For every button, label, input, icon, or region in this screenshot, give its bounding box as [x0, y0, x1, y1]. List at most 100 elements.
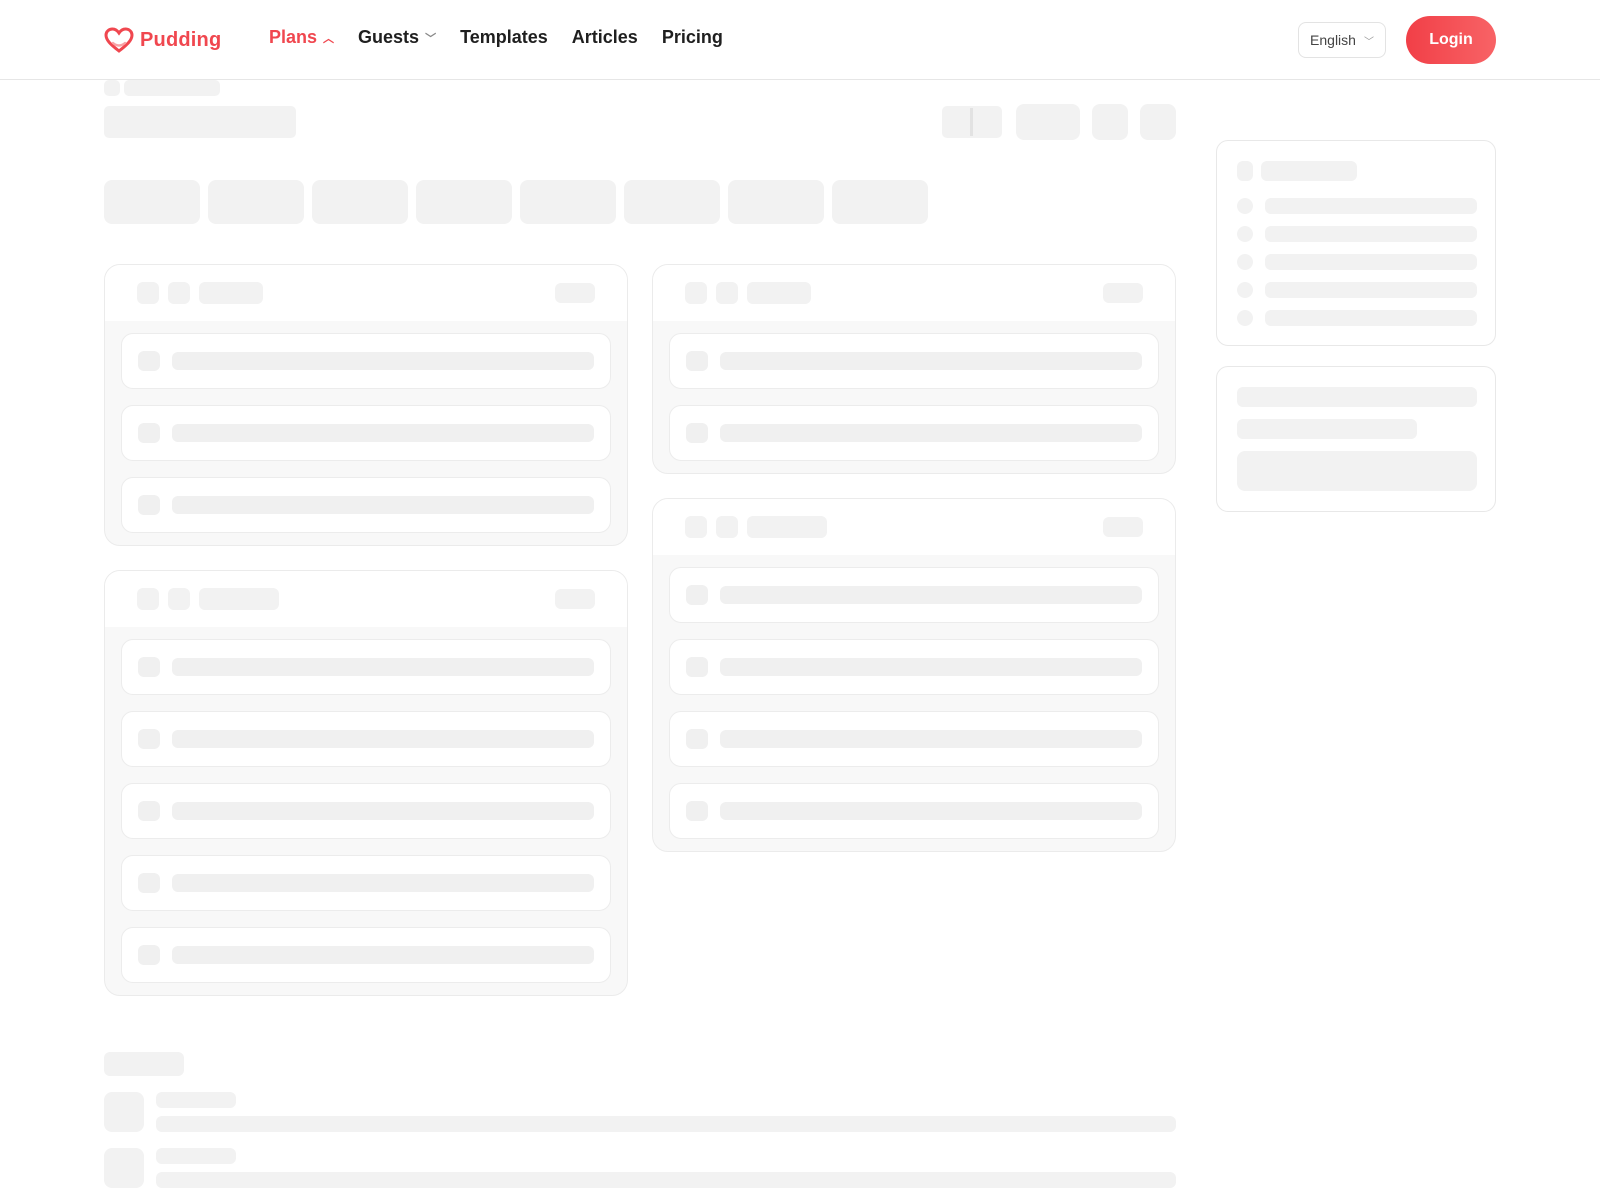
- list-item-skeleton: [121, 405, 611, 461]
- item-text-skeleton: [172, 352, 594, 370]
- item-icon-skeleton: [686, 729, 708, 749]
- section-title-skeleton: [104, 1052, 184, 1076]
- header-icon-skeleton: [137, 282, 159, 304]
- sidebar-dot-skeleton: [1237, 310, 1253, 326]
- sidebar-dot-skeleton: [1237, 198, 1253, 214]
- tab-skeleton: [728, 180, 824, 224]
- icon-button-skeleton: [1140, 104, 1176, 140]
- sidebar-card-skeleton: [1216, 140, 1496, 346]
- sidebar-line-skeleton: [1237, 387, 1477, 407]
- view-toggle-divider: [970, 108, 973, 136]
- nav-item-label: Guests: [358, 27, 420, 47]
- nav-item-guests[interactable]: Guests ﹀: [358, 27, 436, 48]
- text-line-skeleton: [156, 1172, 1176, 1188]
- group-card-skeleton: [104, 570, 628, 996]
- chevron-up-icon: ︿: [323, 32, 335, 45]
- heart-logo-icon: [104, 27, 134, 53]
- item-text-skeleton: [172, 658, 594, 676]
- list-item-skeleton: [121, 333, 611, 389]
- main-nav: Plans ︿ Guests ﹀ Templates Articles Pric…: [269, 27, 747, 48]
- sidebar-dot-skeleton: [1237, 254, 1253, 270]
- card-header-skeleton: [105, 265, 627, 321]
- sidebar-dot-skeleton: [1237, 226, 1253, 242]
- item-icon-skeleton: [138, 351, 160, 371]
- item-text-skeleton: [720, 586, 1142, 604]
- group-card-skeleton: [652, 264, 1176, 474]
- header-count-skeleton: [1103, 517, 1143, 537]
- sidebar-dot-skeleton: [1237, 282, 1253, 298]
- header-title-skeleton: [747, 516, 827, 538]
- item-icon-skeleton: [686, 423, 708, 443]
- sidebar-line-skeleton: [1265, 282, 1477, 298]
- chevron-down-icon: ﹀: [1363, 36, 1374, 48]
- avatar-skeleton: [104, 1148, 144, 1188]
- nav-item-label: Templates: [460, 27, 548, 47]
- list-item-skeleton: [669, 783, 1159, 839]
- nav-item-plans[interactable]: Plans ︿: [269, 27, 334, 48]
- login-button[interactable]: Login: [1406, 16, 1496, 64]
- item-text-skeleton: [720, 424, 1142, 442]
- breadcrumb-skeleton: [124, 80, 220, 96]
- chevron-down-icon: ﹀: [425, 32, 437, 45]
- header-icon-skeleton: [168, 588, 190, 610]
- list-item-skeleton: [669, 711, 1159, 767]
- sidebar-line-skeleton: [1265, 310, 1477, 326]
- tab-skeleton: [208, 180, 304, 224]
- header-icon-skeleton: [685, 516, 707, 538]
- sidebar-line-skeleton: [1237, 419, 1417, 439]
- card-header-skeleton: [653, 499, 1175, 555]
- sidebar-line-skeleton: [1265, 226, 1477, 242]
- nav-item-articles[interactable]: Articles: [572, 27, 638, 48]
- nav-item-templates[interactable]: Templates: [460, 27, 548, 48]
- list-item-skeleton: [121, 783, 611, 839]
- item-icon-skeleton: [138, 657, 160, 677]
- item-icon-skeleton: [138, 423, 160, 443]
- list-item-skeleton: [121, 639, 611, 695]
- header-title-skeleton: [747, 282, 811, 304]
- item-text-skeleton: [172, 874, 594, 892]
- header-icon-skeleton: [685, 282, 707, 304]
- top-nav-bar: Pudding Plans ︿ Guests ﹀ Templates Artic…: [0, 0, 1600, 80]
- header-count-skeleton: [555, 283, 595, 303]
- item-icon-skeleton: [686, 351, 708, 371]
- card-header-skeleton: [105, 571, 627, 627]
- item-icon-skeleton: [686, 657, 708, 677]
- name-skeleton: [156, 1092, 236, 1108]
- page-title-skeleton: [104, 106, 296, 138]
- sidebar-line-skeleton: [1265, 198, 1477, 214]
- tab-skeleton: [624, 180, 720, 224]
- header-icon-skeleton: [716, 282, 738, 304]
- nav-item-pricing[interactable]: Pricing: [662, 27, 723, 48]
- name-skeleton: [156, 1148, 236, 1164]
- sidebar-card-skeleton: [1216, 366, 1496, 512]
- header-icon-skeleton: [137, 588, 159, 610]
- item-text-skeleton: [720, 802, 1142, 820]
- list-item-skeleton: [121, 477, 611, 533]
- sidebar-title-skeleton: [1261, 161, 1357, 181]
- list-item-skeleton: [669, 405, 1159, 461]
- language-select[interactable]: English ﹀: [1298, 22, 1386, 58]
- tab-skeleton: [416, 180, 512, 224]
- sidebar-button-skeleton: [1237, 451, 1477, 491]
- tab-skeleton: [104, 180, 200, 224]
- group-card-skeleton: [652, 498, 1176, 852]
- group-card-skeleton: [104, 264, 628, 546]
- breadcrumb-icon-skeleton: [104, 80, 120, 96]
- item-text-skeleton: [172, 496, 594, 514]
- item-text-skeleton: [172, 946, 594, 964]
- header-icon-skeleton: [716, 516, 738, 538]
- action-button-skeleton: [1016, 104, 1080, 140]
- item-text-skeleton: [172, 802, 594, 820]
- item-text-skeleton: [172, 730, 594, 748]
- item-icon-skeleton: [138, 873, 160, 893]
- item-text-skeleton: [720, 730, 1142, 748]
- brand-logo[interactable]: Pudding: [104, 26, 221, 54]
- header-title-skeleton: [199, 588, 279, 610]
- avatar-skeleton: [104, 1092, 144, 1132]
- item-text-skeleton: [172, 424, 594, 442]
- nav-item-label: Pricing: [661, 27, 723, 47]
- header-count-skeleton: [555, 589, 595, 609]
- item-text-skeleton: [720, 352, 1142, 370]
- icon-button-skeleton: [1092, 104, 1128, 140]
- nav-item-label: Plans: [269, 27, 318, 47]
